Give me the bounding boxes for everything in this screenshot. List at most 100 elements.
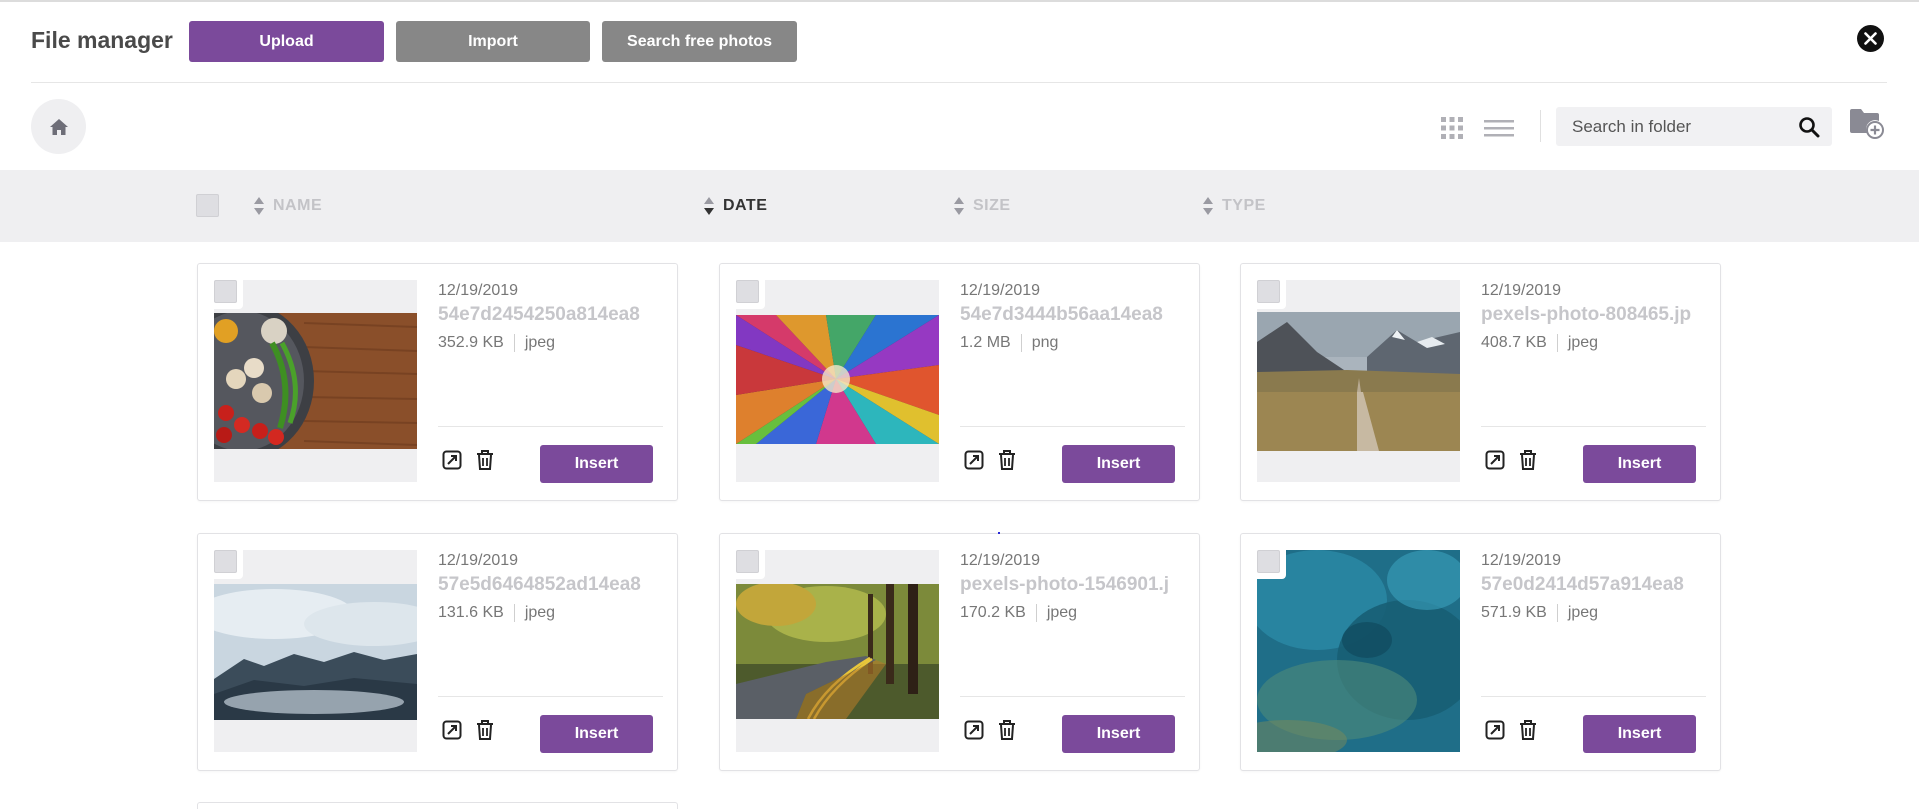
card-divider	[438, 696, 663, 697]
file-thumbnail[interactable]	[214, 550, 417, 752]
file-type: jpeg	[524, 604, 556, 621]
sort-icon	[1203, 197, 1213, 215]
column-type-label: TYPE	[1222, 197, 1266, 214]
file-meta: 1.2 MB png	[960, 334, 1058, 352]
trash-icon[interactable]	[475, 719, 495, 741]
file-card[interactable]: 12/19/2019 pexels-photo-1546901.j 170.2 …	[719, 533, 1200, 771]
open-external-icon[interactable]	[442, 450, 462, 470]
vegetables-image	[214, 313, 417, 449]
file-name: pexels-photo-1546901.j	[960, 574, 1170, 595]
open-external-icon[interactable]	[1485, 720, 1505, 740]
folder-add-icon[interactable]	[1849, 107, 1885, 139]
trash-icon[interactable]	[997, 719, 1017, 741]
file-size: 352.9 KB	[438, 334, 504, 351]
file-size: 1.2 MB	[960, 334, 1011, 351]
home-button[interactable]	[31, 99, 86, 154]
file-checkbox[interactable]	[736, 280, 765, 309]
file-checkbox[interactable]	[1257, 550, 1286, 579]
file-name: pexels-photo-808465.jp	[1481, 304, 1692, 325]
file-checkbox[interactable]	[1257, 280, 1286, 309]
file-date: 12/19/2019	[438, 282, 519, 299]
insert-button[interactable]: Insert	[540, 445, 653, 483]
insert-button[interactable]: Insert	[1583, 715, 1696, 753]
file-size: 170.2 KB	[960, 604, 1026, 621]
card-divider	[438, 426, 663, 427]
column-type[interactable]: TYPE	[1202, 194, 1266, 218]
select-all-checkbox[interactable]	[196, 194, 219, 217]
file-type: jpeg	[1567, 334, 1599, 351]
open-external-icon[interactable]	[964, 450, 984, 470]
search-input[interactable]	[1556, 107, 1786, 146]
file-meta: 571.9 KB jpeg	[1481, 604, 1598, 622]
file-meta: 352.9 KB jpeg	[438, 334, 555, 352]
foggy-forest-image	[214, 584, 417, 720]
grid-view-icon[interactable]	[1440, 116, 1464, 140]
import-button[interactable]: Import	[396, 21, 590, 62]
trash-icon[interactable]	[475, 449, 495, 471]
file-card[interactable]: 12/19/2019 54e7d3444b56aa14ea8 1.2 MB pn…	[719, 263, 1200, 501]
list-view-icon[interactable]	[1484, 116, 1514, 140]
file-card[interactable]: 12/19/2019 57e5d6464852ad14ea8 131.6 KB …	[197, 533, 678, 771]
search-icon[interactable]	[1798, 116, 1820, 138]
trash-icon[interactable]	[997, 449, 1017, 471]
file-type: png	[1031, 334, 1059, 351]
open-external-icon[interactable]	[442, 720, 462, 740]
file-thumbnail[interactable]	[214, 280, 417, 482]
search-box	[1556, 107, 1832, 146]
close-icon[interactable]	[1857, 25, 1884, 52]
cursor-artifact	[998, 532, 1000, 534]
file-checkbox[interactable]	[736, 550, 765, 579]
file-checkbox[interactable]	[214, 280, 243, 309]
toolbar-divider	[1540, 110, 1541, 142]
file-name: 57e0d2414d57a914ea8	[1481, 574, 1684, 595]
file-name: 54e7d2454250a814ea8	[438, 304, 640, 325]
file-thumbnail[interactable]	[736, 550, 939, 752]
sort-icon	[704, 197, 714, 215]
file-card-partial[interactable]	[197, 802, 678, 809]
column-date[interactable]: DATE	[703, 194, 767, 218]
file-size: 571.9 KB	[1481, 604, 1547, 621]
column-size[interactable]: SIZE	[953, 194, 1011, 218]
file-name: 57e5d6464852ad14ea8	[438, 574, 641, 595]
card-divider	[960, 696, 1185, 697]
insert-button[interactable]: Insert	[1062, 715, 1175, 753]
trash-icon[interactable]	[1518, 449, 1538, 471]
file-thumbnail[interactable]	[736, 280, 939, 482]
blue-texture-image	[1257, 550, 1460, 752]
insert-button[interactable]: Insert	[540, 715, 653, 753]
file-checkbox[interactable]	[214, 550, 243, 579]
card-divider	[1481, 696, 1706, 697]
file-card[interactable]: 12/19/2019 pexels-photo-808465.jp 408.7 …	[1240, 263, 1721, 501]
file-thumbnail[interactable]	[1257, 550, 1460, 752]
insert-button[interactable]: Insert	[1583, 445, 1696, 483]
file-thumbnail[interactable]	[1257, 280, 1460, 482]
open-external-icon[interactable]	[1485, 450, 1505, 470]
file-type: jpeg	[1046, 604, 1078, 621]
file-name: 54e7d3444b56aa14ea8	[960, 304, 1163, 325]
open-external-icon[interactable]	[964, 720, 984, 740]
file-date: 12/19/2019	[960, 552, 1041, 569]
file-type: jpeg	[1567, 604, 1599, 621]
forest-road-image	[736, 584, 939, 719]
header-divider	[31, 82, 1887, 83]
column-name[interactable]: NAME	[253, 194, 322, 218]
file-meta: 131.6 KB jpeg	[438, 604, 555, 622]
column-name-label: NAME	[273, 197, 323, 214]
file-date: 12/19/2019	[960, 282, 1041, 299]
file-size: 408.7 KB	[1481, 334, 1547, 351]
trash-icon[interactable]	[1518, 719, 1538, 741]
search-free-photos-button[interactable]: Search free photos	[602, 21, 797, 62]
colorful-abstract-image	[736, 315, 939, 444]
file-meta: 408.7 KB jpeg	[1481, 334, 1598, 352]
file-manager-header: File manager Upload Import Search free p…	[0, 0, 1919, 82]
home-icon	[49, 118, 68, 135]
file-date: 12/19/2019	[1481, 552, 1562, 569]
page-title: File manager	[31, 27, 173, 53]
sort-icon	[954, 197, 964, 215]
insert-button[interactable]: Insert	[1062, 445, 1175, 483]
file-card[interactable]: 12/19/2019 57e0d2414d57a914ea8 571.9 KB …	[1240, 533, 1721, 771]
upload-button[interactable]: Upload	[189, 21, 384, 62]
file-meta: 170.2 KB jpeg	[960, 604, 1077, 622]
column-size-label: SIZE	[973, 197, 1011, 214]
file-card[interactable]: 12/19/2019 54e7d2454250a814ea8 352.9 KB …	[197, 263, 678, 501]
